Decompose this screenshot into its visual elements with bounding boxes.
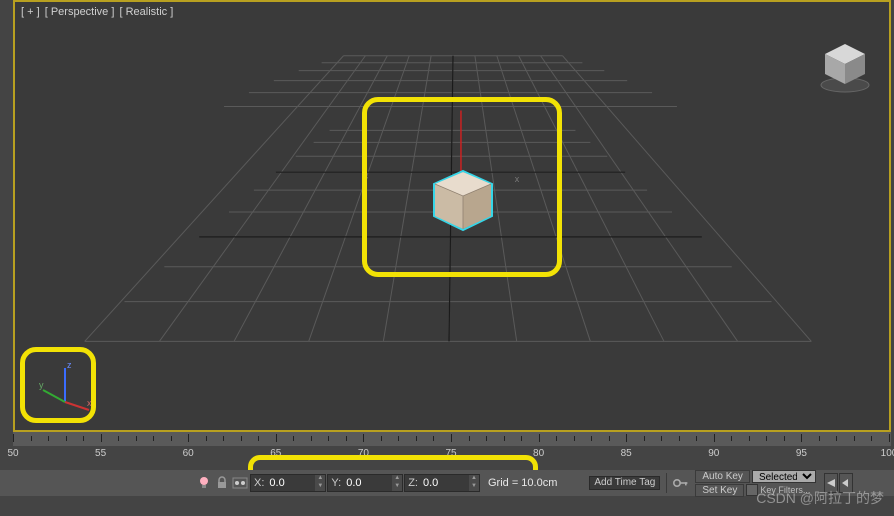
z-coord-field: Z: ▲▼ [404, 474, 480, 492]
x-spinner[interactable]: ▲▼ [315, 475, 325, 491]
svg-text:y: y [39, 380, 44, 390]
z-spinner[interactable]: ▲▼ [469, 475, 479, 491]
z-label: Z: [405, 477, 421, 489]
script-listener-icon[interactable] [196, 475, 212, 491]
y-coord-field: Y: ▲▼ [327, 474, 403, 492]
tick-label: 95 [796, 448, 807, 459]
tick-minor [31, 436, 32, 441]
tick-label: 65 [270, 448, 281, 459]
x-input[interactable] [267, 475, 315, 491]
tick-minor [346, 436, 347, 441]
tick-minor [819, 436, 820, 441]
tick-label: 70 [358, 448, 369, 459]
y-label: Y: [328, 477, 344, 489]
axis-x-label: x [515, 174, 520, 184]
watermark: CSDN @阿拉丁的梦 [756, 488, 884, 508]
timeline[interactable]: 50556065707580859095100 [13, 432, 891, 468]
timeline-labels: 50556065707580859095100 [13, 446, 891, 462]
tick-minor [433, 436, 434, 441]
autokey-button[interactable]: Auto Key [695, 470, 750, 483]
tick-label: 50 [7, 448, 18, 459]
tick-minor [609, 436, 610, 441]
tick-minor [136, 436, 137, 441]
tick-major [363, 434, 364, 442]
tick-minor [223, 436, 224, 441]
tick-minor [171, 436, 172, 441]
x-label: X: [251, 477, 267, 489]
tick-label: 90 [708, 448, 719, 459]
y-input[interactable] [344, 475, 392, 491]
tick-minor [206, 436, 207, 441]
tick-label: 75 [445, 448, 456, 459]
grid-display: Grid = 10.0cm [488, 477, 557, 489]
tick-major [101, 434, 102, 442]
viewport[interactable]: [ + ] [ Perspective ] [ Realistic ] [13, 0, 891, 432]
separator [666, 473, 667, 493]
tick-major [188, 434, 189, 442]
tick-major [714, 434, 715, 442]
setkey-button[interactable]: Set Key [695, 484, 744, 497]
tick-major [13, 434, 14, 442]
tick-minor [521, 436, 522, 441]
tick-minor [574, 436, 575, 441]
svg-text:z: z [67, 360, 72, 370]
tick-minor [661, 436, 662, 441]
tick-major [889, 434, 890, 442]
tick-minor [749, 436, 750, 441]
tick-minor [66, 436, 67, 441]
tick-major [626, 434, 627, 442]
tick-label: 55 [95, 448, 106, 459]
transform-type-in: X: ▲▼ Y: ▲▼ Z: ▲▼ [250, 474, 480, 492]
tick-minor [486, 436, 487, 441]
tick-label: 80 [533, 448, 544, 459]
key-filter-select[interactable]: Selected [752, 470, 816, 483]
tick-minor [48, 436, 49, 441]
tick-minor [328, 436, 329, 441]
tick-major [451, 434, 452, 442]
tick-minor [381, 436, 382, 441]
axis-y-label: y [363, 174, 368, 184]
selected-cube[interactable] [429, 168, 497, 236]
tick-minor [854, 436, 855, 441]
tick-minor [644, 436, 645, 441]
tick-major [539, 434, 540, 442]
svg-text:x: x [87, 398, 92, 408]
tick-label: 100 [881, 448, 894, 459]
tick-minor [871, 436, 872, 441]
tick-minor [416, 436, 417, 441]
tick-minor [679, 436, 680, 441]
selection-lock-icon[interactable] [232, 475, 248, 491]
tick-minor [311, 436, 312, 441]
timeline-ticks[interactable] [13, 432, 891, 446]
tick-minor [784, 436, 785, 441]
tick-minor [241, 436, 242, 441]
tick-minor [766, 436, 767, 441]
tick-label: 85 [621, 448, 632, 459]
axis-gizmo: z x y [37, 354, 97, 414]
tick-minor [696, 436, 697, 441]
tick-minor [258, 436, 259, 441]
tick-minor [836, 436, 837, 441]
viewcube[interactable] [815, 38, 875, 98]
tick-label: 60 [183, 448, 194, 459]
z-input[interactable] [421, 475, 469, 491]
tick-minor [731, 436, 732, 441]
tick-minor [153, 436, 154, 441]
tick-major [276, 434, 277, 442]
tick-minor [591, 436, 592, 441]
tick-minor [556, 436, 557, 441]
tick-major [801, 434, 802, 442]
tick-minor [118, 436, 119, 441]
y-spinner[interactable]: ▲▼ [392, 475, 402, 491]
key-icon[interactable] [673, 475, 689, 491]
x-coord-field: X: ▲▼ [250, 474, 326, 492]
tick-minor [293, 436, 294, 441]
lock-icon[interactable] [214, 475, 230, 491]
tick-minor [504, 436, 505, 441]
tick-minor [83, 436, 84, 441]
tick-minor [469, 436, 470, 441]
tick-minor [398, 436, 399, 441]
add-time-tag-button[interactable]: Add Time Tag [589, 476, 660, 490]
